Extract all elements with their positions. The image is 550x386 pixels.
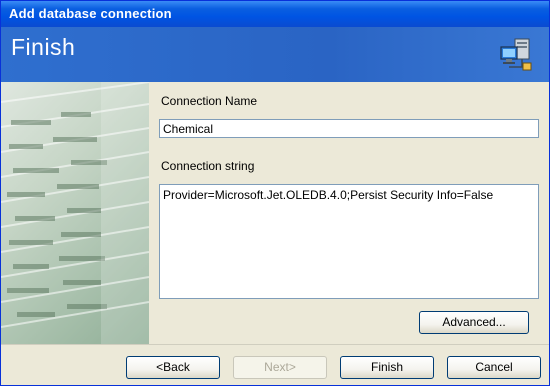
back-button[interactable]: <Back xyxy=(126,356,220,379)
spreadsheet-illustration xyxy=(1,82,149,344)
window-title: Add database connection xyxy=(9,6,172,21)
network-computers-icon xyxy=(500,38,532,71)
cancel-button[interactable]: Cancel xyxy=(447,356,541,379)
finish-button[interactable]: Finish xyxy=(340,356,434,379)
next-button[interactable]: Next> xyxy=(233,356,327,379)
connection-string-label: Connection string xyxy=(161,159,255,173)
advanced-button[interactable]: Advanced... xyxy=(419,311,529,334)
connection-name-label: Connection Name xyxy=(161,94,258,108)
footer-divider xyxy=(1,344,549,345)
wizard-header-banner: Finish xyxy=(1,27,549,82)
connection-name-input[interactable] xyxy=(159,119,539,138)
dialog-window: Add database connection Finish Connectio… xyxy=(0,0,550,386)
connection-string-textarea[interactable]: Provider=Microsoft.Jet.OLEDB.4.0;Persist… xyxy=(159,184,539,299)
page-title: Finish xyxy=(11,34,76,60)
side-decorative-image xyxy=(1,82,149,344)
title-bar[interactable]: Add database connection xyxy=(1,1,549,27)
connection-string-text: Provider=Microsoft.Jet.OLEDB.4.0;Persist… xyxy=(163,188,494,202)
